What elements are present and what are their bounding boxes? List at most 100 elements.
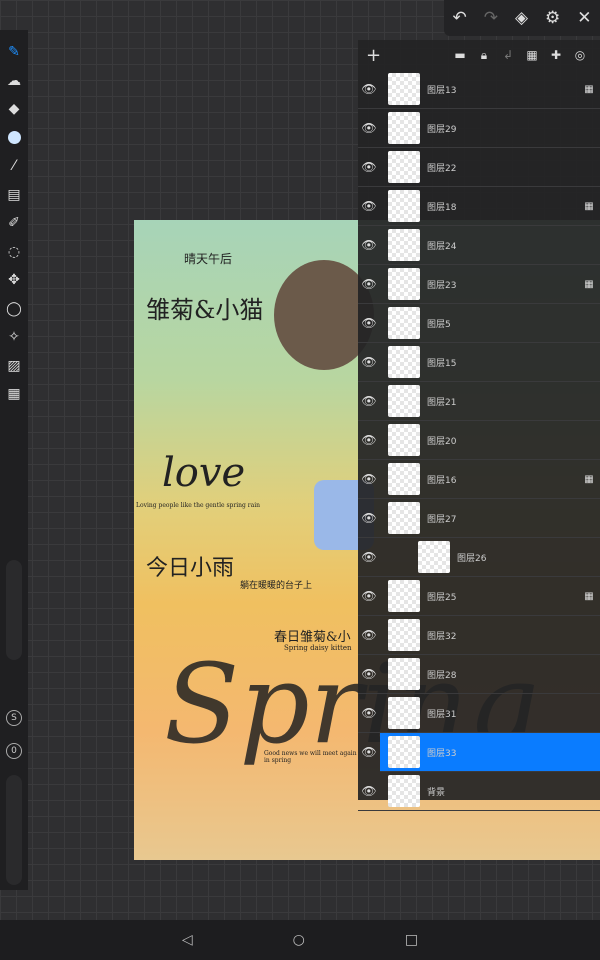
transform-icon[interactable]: ✥ — [0, 266, 28, 295]
eraser-tool-icon[interactable]: ◆ — [0, 95, 28, 124]
visibility-eye-icon[interactable]: 👁︎ — [358, 199, 380, 213]
layer-row[interactable]: 👁︎ 图层13 ▦ — [358, 70, 600, 109]
layer-name: 图层18 — [427, 202, 457, 213]
layer-thumbnail — [388, 307, 420, 339]
layers-icon[interactable]: ◈ — [515, 8, 528, 28]
layer-row[interactable]: 👁︎ 图层26 — [358, 538, 600, 577]
layer-row[interactable]: 👁︎ 图层23 ▦ — [358, 265, 600, 304]
system-nav-bar: ◁ ○ □ — [0, 920, 600, 960]
layer-thumbnail — [388, 73, 420, 105]
layer-name: 图层13 — [427, 85, 457, 96]
recent-apps-icon[interactable]: □ — [405, 932, 418, 948]
layer-thumbnail — [388, 658, 420, 690]
folder-icon[interactable]: ▬ — [448, 48, 472, 62]
alpha-lock-icon[interactable]: ▦ — [520, 48, 544, 62]
alpha-lock-icon[interactable]: ▦ — [578, 591, 600, 602]
layer-row[interactable]: 👁︎ 图层21 — [358, 382, 600, 421]
layer-row[interactable]: 👁︎ 图层32 — [358, 616, 600, 655]
lock-icon[interactable]: 🔒︎ — [472, 48, 496, 63]
layer-row[interactable]: 👁︎ 图层29 — [358, 109, 600, 148]
s-button[interactable]: S — [6, 710, 22, 726]
grid-icon[interactable]: ▦ — [0, 380, 28, 409]
visibility-eye-icon[interactable]: 👁︎ — [358, 355, 380, 369]
visibility-eye-icon[interactable]: 👁︎ — [358, 82, 380, 96]
layer-name: 图层33 — [427, 748, 457, 759]
visibility-eye-icon[interactable]: 👁︎ — [358, 433, 380, 447]
visibility-eye-icon[interactable]: 👁︎ — [358, 784, 380, 798]
layer-name: 图层15 — [427, 358, 457, 369]
alpha-lock-icon[interactable]: ▦ — [578, 474, 600, 485]
layer-name: 图层22 — [427, 163, 457, 174]
layer-thumbnail — [388, 775, 420, 807]
back-icon[interactable]: ◁ — [182, 932, 193, 948]
brush-settings-icon[interactable]: ✐ — [0, 209, 28, 238]
layer-thumbnail — [388, 151, 420, 183]
layer-row[interactable]: 👁︎ 图层28 — [358, 655, 600, 694]
pin-icon[interactable]: ✚ — [544, 48, 568, 62]
layer-row[interactable]: 👁︎ 图层5 — [358, 304, 600, 343]
brush-size-slider[interactable] — [6, 560, 22, 660]
art-text: 今日小雨 — [146, 556, 235, 581]
magic-wand-icon[interactable]: ✧ — [0, 323, 28, 352]
visibility-eye-icon[interactable]: 👁︎ — [358, 550, 380, 564]
visibility-eye-icon[interactable]: 👁︎ — [358, 472, 380, 486]
color-picker-icon[interactable] — [0, 124, 28, 153]
smudge-tool-icon[interactable]: ☁ — [0, 67, 28, 96]
eyedropper-icon[interactable]: ⁄ — [0, 152, 28, 181]
settings-icon[interactable]: ⚙ — [545, 8, 560, 28]
alpha-lock-icon[interactable]: ▦ — [578, 279, 600, 290]
layer-row[interactable]: 👁︎ 图层31 — [358, 694, 600, 733]
alpha-lock-icon[interactable]: ▦ — [578, 201, 600, 212]
visibility-eye-icon[interactable]: 👁︎ — [358, 316, 380, 330]
layer-row[interactable]: 👁︎ 背景 — [358, 772, 600, 811]
visibility-eye-icon[interactable]: 👁︎ — [358, 394, 380, 408]
visibility-eye-icon[interactable]: 👁︎ — [358, 160, 380, 174]
layer-row[interactable]: 👁︎ 图层22 — [358, 148, 600, 187]
visibility-eye-icon[interactable]: 👁︎ — [358, 745, 380, 759]
brush-tool-icon[interactable]: ✎ — [0, 38, 28, 67]
clip-icon[interactable]: ↲ — [496, 48, 520, 62]
layer-row[interactable]: 👁︎ 图层25 ▦ — [358, 577, 600, 616]
layer-row[interactable]: 👁︎ 图层20 — [358, 421, 600, 460]
selection-icon[interactable]: ◯ — [0, 295, 28, 324]
layer-name: 图层29 — [427, 124, 457, 135]
zero-button[interactable]: 0 — [6, 743, 22, 759]
visibility-eye-icon[interactable]: 👁︎ — [358, 706, 380, 720]
layer-row[interactable]: 👁︎ 图层18 ▦ — [358, 187, 600, 226]
undo-icon[interactable]: ↶ — [452, 8, 466, 28]
close-icon[interactable]: ✕ — [577, 8, 591, 28]
top-toolbar: ↶ ↷ ◈ ⚙ ✕ — [444, 0, 600, 36]
add-layer-button[interactable]: + — [366, 45, 381, 66]
layer-thumbnail — [388, 697, 420, 729]
layer-list: 👁︎ 图层13 ▦ 👁︎ 图层29 👁︎ 图层22 👁︎ 图层18 ▦ 👁︎ 图层2… — [358, 70, 600, 811]
layer-row[interactable]: 👁︎ 图层24 — [358, 226, 600, 265]
visibility-eye-icon[interactable]: 👁︎ — [358, 589, 380, 603]
layer-row[interactable]: 👁︎ 图层33 — [361, 733, 600, 772]
layer-panel: + ▬ 🔒︎ ↲ ▦ ✚ ◎ 👁︎ 图层13 ▦ 👁︎ 图层29 👁︎ 图层22 … — [358, 40, 600, 811]
layer-thumbnail — [388, 424, 420, 456]
layer-name: 图层25 — [427, 592, 457, 603]
layer-name: 图层21 — [427, 397, 457, 408]
visibility-eye-icon[interactable]: 👁︎ — [358, 277, 380, 291]
filter-icon[interactable]: ▤ — [0, 181, 28, 210]
home-icon[interactable]: ○ — [293, 932, 305, 948]
lasso-fill-icon[interactable]: ◌ — [0, 238, 28, 267]
layer-name: 图层24 — [427, 241, 457, 252]
layer-thumbnail — [418, 541, 450, 573]
redo-icon[interactable]: ↷ — [484, 8, 498, 28]
layer-thumbnail — [388, 619, 420, 651]
layer-row[interactable]: 👁︎ 图层27 — [358, 499, 600, 538]
opacity-slider[interactable] — [6, 775, 22, 885]
layer-row[interactable]: 👁︎ 图层15 — [358, 343, 600, 382]
art-text: 晴天午后 — [184, 252, 233, 266]
visibility-eye-icon[interactable]: 👁︎ — [358, 121, 380, 135]
layer-thumbnail — [388, 268, 420, 300]
visibility-eye-icon[interactable]: 👁︎ — [358, 511, 380, 525]
visibility-eye-icon[interactable]: 👁︎ — [358, 667, 380, 681]
layer-row[interactable]: 👁︎ 图层16 ▦ — [358, 460, 600, 499]
visibility-eye-icon[interactable]: 👁︎ — [358, 238, 380, 252]
canvas-image-icon[interactable]: ▨ — [0, 352, 28, 381]
blend-icon[interactable]: ◎ — [568, 48, 592, 62]
alpha-lock-icon[interactable]: ▦ — [578, 84, 600, 95]
visibility-eye-icon[interactable]: 👁︎ — [358, 628, 380, 642]
